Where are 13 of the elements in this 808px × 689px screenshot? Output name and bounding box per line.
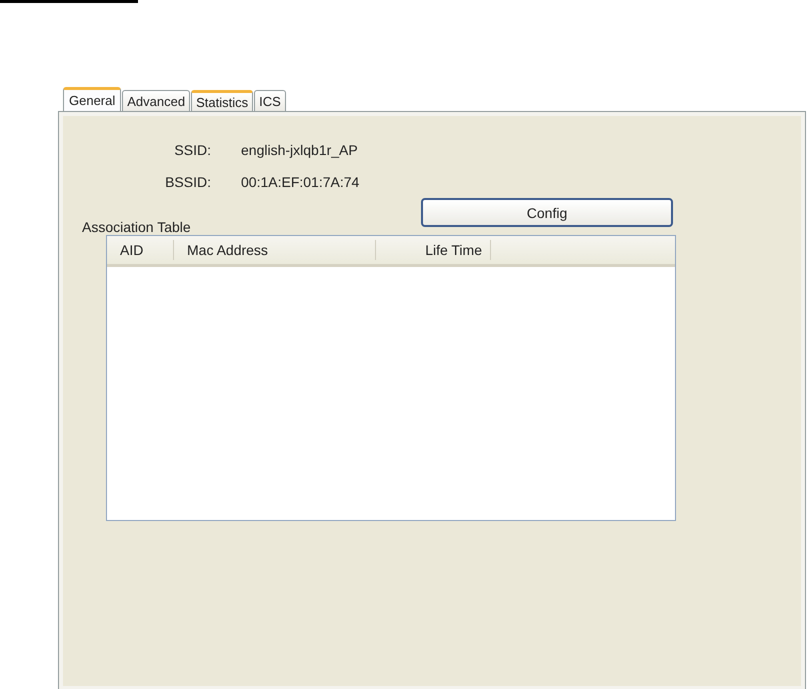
tab[interactable]: Statistics: [191, 90, 254, 111]
column-header[interactable]: Mac Address: [174, 240, 376, 260]
field-label: BSSID:: [164, 174, 211, 190]
section-title: Association Table: [82, 219, 192, 235]
tab[interactable]: Advanced: [122, 90, 190, 111]
field-value: 00:1A:EF:01:7A:74: [241, 174, 360, 190]
tab[interactable]: General: [63, 87, 122, 111]
field-label: SSID:: [173, 142, 211, 158]
config-button[interactable]: Config: [421, 198, 673, 227]
column-header[interactable]: Life Time: [376, 240, 491, 260]
field-value: english-jxlqb1r_AP: [241, 142, 359, 158]
column-header[interactable]: AID: [107, 240, 174, 260]
tab[interactable]: ICS: [254, 90, 286, 111]
